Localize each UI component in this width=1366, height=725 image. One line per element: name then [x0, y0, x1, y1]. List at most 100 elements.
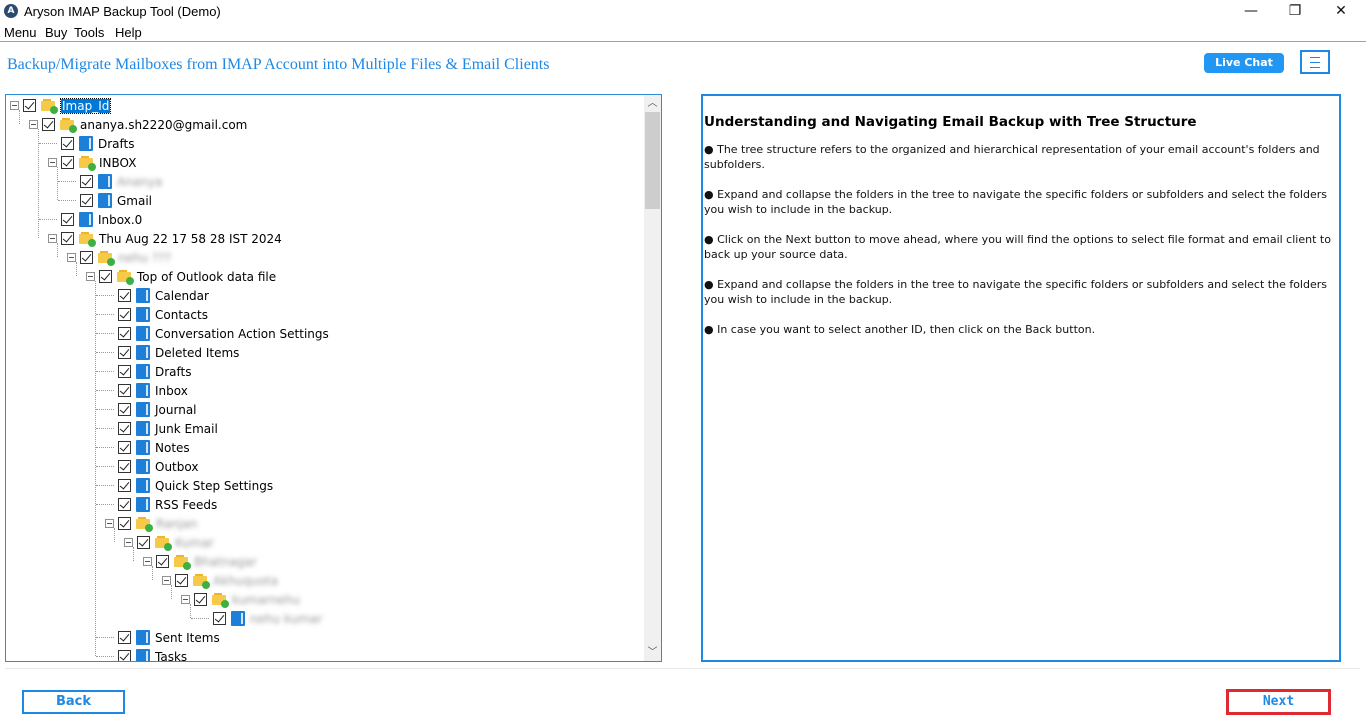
tree-node-label[interactable]: Imap_Id	[59, 97, 112, 114]
tree-node[interactable]: Inbox.0	[48, 210, 142, 229]
tree-node[interactable]: INBOX	[48, 153, 136, 172]
collapse-toggle-icon[interactable]	[86, 272, 95, 281]
tree-node[interactable]: Bhatnagar	[143, 552, 257, 571]
close-button[interactable]: ✕	[1318, 0, 1364, 24]
tree-node-label[interactable]: Bhatnagar	[194, 555, 257, 569]
tree-node[interactable]: Ananya	[67, 172, 162, 191]
tree-node-label[interactable]: Akhuquota	[213, 574, 278, 588]
tree-node[interactable]: Sent Items	[105, 628, 220, 647]
chevron-down-icon[interactable]: ﹀	[644, 644, 661, 661]
tree-node-label[interactable]: Calendar	[155, 289, 209, 303]
tree-node-label[interactable]: Notes	[155, 441, 190, 455]
tree-node-checkbox[interactable]	[118, 498, 131, 511]
restore-button[interactable]: ❐	[1272, 0, 1318, 24]
tree-node[interactable]: Junk Email	[105, 419, 218, 438]
tree-node-label[interactable]: Quick Step Settings	[155, 479, 273, 493]
tree-node[interactable]: Contacts	[105, 305, 208, 324]
tree-node-label[interactable]: Ananya	[117, 175, 162, 189]
chevron-up-icon[interactable]: ︿	[644, 95, 661, 112]
tree-node-checkbox[interactable]	[213, 612, 226, 625]
tree-node[interactable]: Akhuquota	[162, 571, 278, 590]
tree-node[interactable]: Deleted Items	[105, 343, 239, 362]
tree-node[interactable]: Kumar	[124, 533, 214, 552]
tree-node-label[interactable]: nehu ???	[118, 251, 171, 265]
tree-node-label[interactable]: Tasks	[155, 650, 187, 662]
tree-node-label[interactable]: Inbox	[155, 384, 188, 398]
tree-node-label[interactable]: Thu Aug 22 17 58 28 IST 2024	[99, 232, 282, 246]
tree-node-checkbox[interactable]	[61, 213, 74, 226]
tree-node[interactable]: Tasks	[105, 647, 187, 662]
tree-node[interactable]: Quick Step Settings	[105, 476, 273, 495]
tree-node-checkbox[interactable]	[118, 631, 131, 644]
next-button[interactable]: Next	[1226, 689, 1331, 715]
tree-node-label[interactable]: Outbox	[155, 460, 198, 474]
tree-node-checkbox[interactable]	[61, 156, 74, 169]
tree-node-label[interactable]: Deleted Items	[155, 346, 239, 360]
tree-node-checkbox[interactable]	[42, 118, 55, 131]
tree-node-checkbox[interactable]	[118, 327, 131, 340]
tree-node-label[interactable]: Gmail	[117, 194, 152, 208]
tree-node[interactable]: Top of Outlook data file	[86, 267, 276, 286]
tree-node[interactable]: Ranjan	[105, 514, 197, 533]
tree-node-label[interactable]: Conversation Action Settings	[155, 327, 329, 341]
tree-node[interactable]: Notes	[105, 438, 190, 457]
tree-node[interactable]: nehu ???	[67, 248, 171, 267]
tree-node-checkbox[interactable]	[118, 308, 131, 321]
tree-node-label[interactable]: Journal	[155, 403, 197, 417]
tree-node[interactable]: Imap_Id	[10, 96, 112, 115]
collapse-toggle-icon[interactable]	[162, 576, 171, 585]
collapse-toggle-icon[interactable]	[67, 253, 76, 262]
tree-node-checkbox[interactable]	[23, 99, 36, 112]
tree-scrollbar[interactable]: ︿ ﹀	[644, 95, 661, 661]
tree-node-checkbox[interactable]	[118, 517, 131, 530]
tree-node-checkbox[interactable]	[118, 441, 131, 454]
tree-node[interactable]: RSS Feeds	[105, 495, 217, 514]
collapse-toggle-icon[interactable]	[48, 234, 57, 243]
tree-node-checkbox[interactable]	[118, 460, 131, 473]
tree-node-checkbox[interactable]	[118, 422, 131, 435]
collapse-toggle-icon[interactable]	[105, 519, 114, 528]
tree-node[interactable]: Calendar	[105, 286, 209, 305]
tree-node-label[interactable]: RSS Feeds	[155, 498, 217, 512]
tree-node-label[interactable]: Junk Email	[155, 422, 218, 436]
tree-node[interactable]: kumarnehu	[181, 590, 300, 609]
tree-node-label[interactable]: Drafts	[98, 137, 135, 151]
tree-node-checkbox[interactable]	[99, 270, 112, 283]
collapse-toggle-icon[interactable]	[124, 538, 133, 547]
tree-node[interactable]: Thu Aug 22 17 58 28 IST 2024	[48, 229, 282, 248]
tree-node[interactable]: nehu kumar	[200, 609, 322, 628]
tree-node-label[interactable]: Contacts	[155, 308, 208, 322]
tree-node-checkbox[interactable]	[118, 346, 131, 359]
tree-node-checkbox[interactable]	[118, 650, 131, 661]
live-chat-button[interactable]: Live Chat	[1204, 53, 1284, 73]
scrollbar-thumb[interactable]	[645, 112, 660, 209]
menu-item-help[interactable]: Help	[115, 25, 142, 40]
tree-node-checkbox[interactable]	[118, 384, 131, 397]
menu-item-menu[interactable]: Menu	[4, 25, 37, 40]
tree-node-label[interactable]: Drafts	[155, 365, 192, 379]
menu-item-tools[interactable]: Tools	[74, 25, 104, 40]
tree-node[interactable]: ananya.sh2220@gmail.com	[29, 115, 247, 134]
tree-node-checkbox[interactable]	[118, 365, 131, 378]
tree-node[interactable]: Outbox	[105, 457, 198, 476]
tree-node[interactable]: Gmail	[67, 191, 152, 210]
tree-node-checkbox[interactable]	[118, 289, 131, 302]
tree-node-checkbox[interactable]	[80, 175, 93, 188]
tree-node-checkbox[interactable]	[61, 137, 74, 150]
collapse-toggle-icon[interactable]	[29, 120, 38, 129]
tree-node-checkbox[interactable]	[80, 251, 93, 264]
tree-node-label[interactable]: Inbox.0	[98, 213, 142, 227]
tree-node-label[interactable]: Ranjan	[156, 517, 197, 531]
back-button[interactable]: Back	[22, 690, 125, 714]
tree-node-checkbox[interactable]	[118, 479, 131, 492]
collapse-toggle-icon[interactable]	[143, 557, 152, 566]
tree-node[interactable]: Drafts	[48, 134, 135, 153]
collapse-toggle-icon[interactable]	[181, 595, 190, 604]
tree-node-label[interactable]: Sent Items	[155, 631, 220, 645]
tree-node-checkbox[interactable]	[194, 593, 207, 606]
tree-node-checkbox[interactable]	[118, 403, 131, 416]
menu-item-buy[interactable]: Buy	[45, 25, 67, 40]
tree-node-label[interactable]: Top of Outlook data file	[137, 270, 276, 284]
tree-node[interactable]: Inbox	[105, 381, 188, 400]
tree-node-label[interactable]: Kumar	[175, 536, 214, 550]
